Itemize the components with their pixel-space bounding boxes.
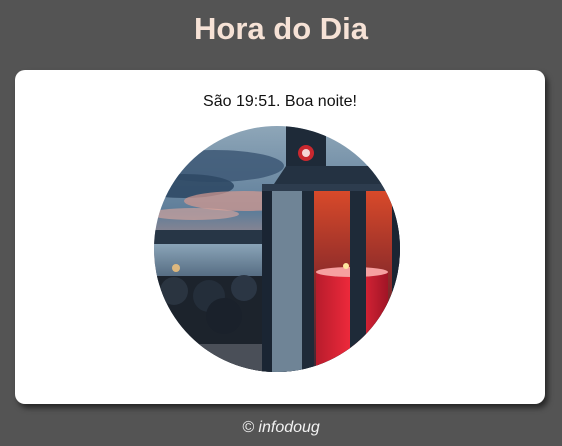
content-card: São 19:51. Boa noite! bbox=[15, 70, 545, 404]
time-of-day-image bbox=[154, 126, 400, 372]
page: Hora do Dia São 19:51. Boa noite! © info… bbox=[0, 0, 562, 446]
lantern-illustration bbox=[154, 126, 400, 372]
greeting-message: São 19:51. Boa noite! bbox=[203, 93, 357, 110]
page-title: Hora do Dia bbox=[194, 11, 368, 46]
footer-credit: © infodoug bbox=[242, 419, 320, 436]
